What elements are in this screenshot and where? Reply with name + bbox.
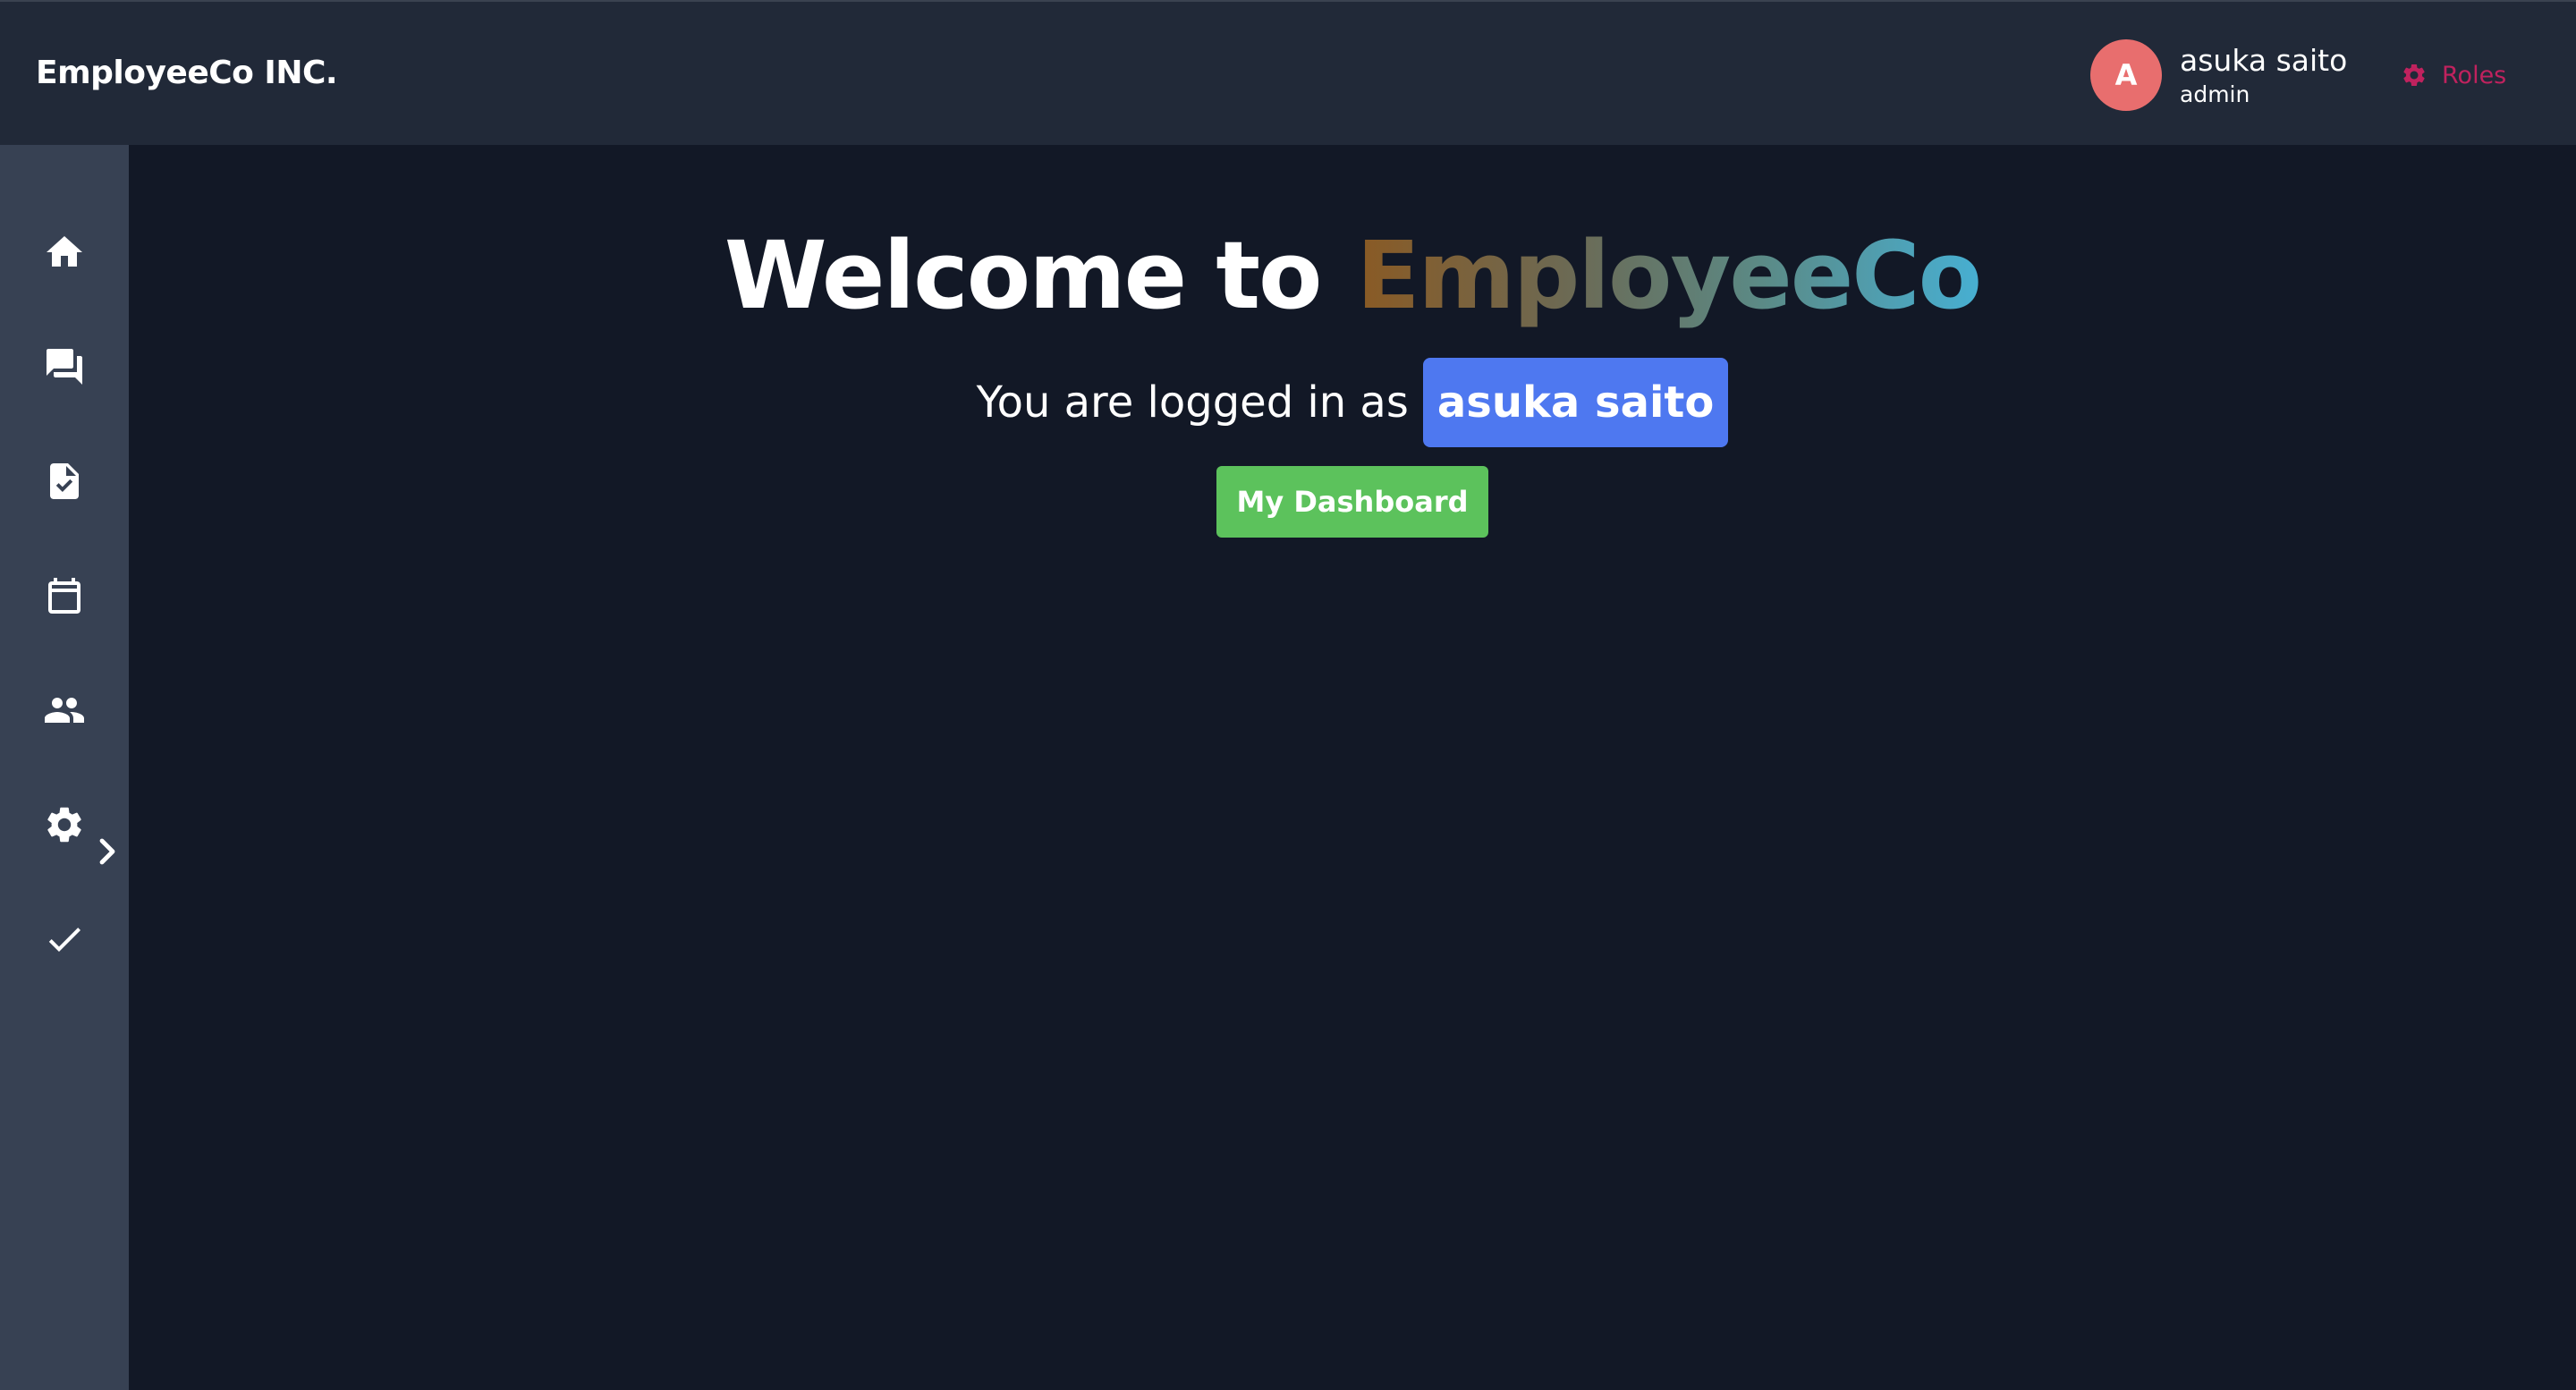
roles-label: Roles [2442,61,2507,89]
gear-icon [2403,64,2425,86]
sidebar-item-tasks[interactable] [0,438,129,524]
logged-in-text: You are logged in as [976,377,1409,428]
top-bar: EmployeeCo INC. A asuka saito admin Role… [0,0,2576,145]
home-icon [47,236,82,267]
task-document-icon [50,463,79,499]
user-profile[interactable]: A asuka saito admin [2090,39,2347,111]
checkmark-icon [48,928,80,952]
main-content: Welcome to EmployeeCo You are logged in a… [129,145,2576,1390]
sidebar-item-checklist[interactable] [0,896,129,982]
user-role: admin [2180,81,2250,107]
brand-logo-text[interactable]: EmployeeCo INC. [36,52,338,95]
welcome-brand: EmployeeCo [1356,221,1982,330]
user-name: asuka saito [2180,43,2348,78]
logged-in-line: You are logged in as asuka saito [129,358,2576,447]
avatar[interactable]: A [2090,39,2162,111]
gear-icon [47,807,81,843]
people-icon [45,698,84,723]
welcome-heading: Welcome to EmployeeCo [129,195,2576,356]
user-badge: asuka saito [1422,358,1729,447]
calendar-icon [48,578,80,614]
user-info: asuka saito admin [2180,41,2347,109]
sidebar-item-settings[interactable] [0,782,129,868]
chevron-right-icon[interactable] [97,835,118,868]
sidebar [0,145,129,1390]
sidebar-item-home[interactable] [0,209,129,295]
welcome-prefix: Welcome to [724,221,1323,330]
roles-link[interactable]: Roles [2401,55,2506,95]
chat-icon [47,349,82,385]
sidebar-item-people[interactable] [0,667,129,753]
sidebar-item-calendar[interactable] [0,553,129,639]
app-root: EmployeeCo INC. A asuka saito admin Role… [0,0,2576,1390]
sidebar-item-chat[interactable] [0,324,129,410]
my-dashboard-button[interactable]: My Dashboard [1216,466,1488,538]
